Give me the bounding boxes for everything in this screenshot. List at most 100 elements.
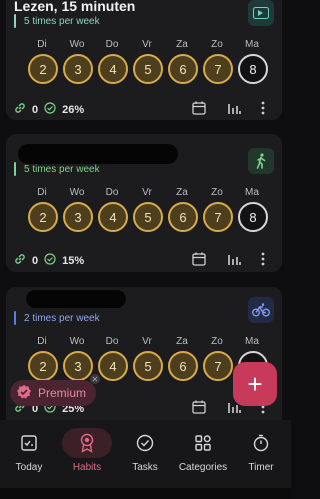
- day-circle[interactable]: 6: [168, 54, 198, 84]
- day-circle[interactable]: 8: [238, 54, 268, 84]
- frequency-indicator: [14, 162, 16, 176]
- day-cell[interactable]: Wo 3: [63, 186, 93, 232]
- day-cell[interactable]: Zo 7: [203, 38, 233, 84]
- day-label: Zo: [211, 187, 223, 198]
- day-cell[interactable]: Zo 7: [203, 186, 233, 232]
- redacted-title: [18, 144, 178, 164]
- day-cell[interactable]: Wo 3: [63, 38, 93, 84]
- day-circle[interactable]: 3: [63, 351, 93, 381]
- check-circle-icon: [44, 102, 56, 117]
- day-label: Do: [105, 39, 119, 50]
- more-options-icon[interactable]: [253, 98, 273, 118]
- bottom-navigation: Today Habits Tasks Categories Timer: [0, 420, 291, 488]
- day-label: Ma: [245, 187, 259, 198]
- day-label: Di: [37, 336, 47, 347]
- day-cell[interactable]: Wo 3: [63, 335, 93, 381]
- day-circle[interactable]: 2: [28, 54, 58, 84]
- day-cell[interactable]: Do 4: [98, 38, 128, 84]
- premium-button[interactable]: Premium ✕: [10, 374, 101, 406]
- link-icon: [14, 102, 26, 117]
- system-gesture-bar: [0, 488, 291, 499]
- day-circle[interactable]: 2: [28, 351, 58, 381]
- habit-stats: 0 26%: [14, 102, 84, 117]
- categories-icon: [174, 428, 232, 458]
- habit-stats: 0 15%: [14, 253, 84, 268]
- nav-item-today[interactable]: Today: [0, 428, 58, 473]
- nav-item-timer[interactable]: Timer: [232, 428, 290, 473]
- ticket-icon: [248, 0, 274, 26]
- day-label: Za: [176, 336, 188, 347]
- frequency-indicator: [14, 311, 16, 325]
- day-cell[interactable]: Ma 8: [238, 38, 268, 84]
- day-cell[interactable]: Vr 5: [133, 38, 163, 84]
- day-cell[interactable]: Za 6: [168, 38, 198, 84]
- day-label: Zo: [211, 336, 223, 347]
- day-cell[interactable]: Zo 7: [203, 335, 233, 381]
- day-cell[interactable]: Do 4: [98, 335, 128, 381]
- premium-badge-icon: [16, 384, 32, 403]
- frequency-indicator: [14, 14, 16, 28]
- add-habit-button[interactable]: +: [233, 362, 277, 406]
- calendar-icon[interactable]: [189, 397, 209, 417]
- nav-item-tasks[interactable]: Tasks: [116, 428, 174, 473]
- nav-label: Habits: [72, 462, 102, 473]
- nav-label: Categories: [178, 462, 228, 473]
- habit-title: Lezen, 15 minuten: [14, 0, 136, 14]
- bicycle-icon: [248, 297, 274, 323]
- nav-item-categories[interactable]: Categories: [174, 428, 232, 473]
- stats-icon[interactable]: [224, 98, 244, 118]
- timer-icon: [232, 428, 290, 458]
- day-circle[interactable]: 6: [168, 351, 198, 381]
- day-cell[interactable]: Di 2: [28, 38, 58, 84]
- stats-icon[interactable]: [224, 249, 244, 269]
- day-label: Za: [176, 187, 188, 198]
- day-cell[interactable]: Do 4: [98, 186, 128, 232]
- close-icon[interactable]: ✕: [90, 374, 101, 384]
- day-cell[interactable]: Za 6: [168, 186, 198, 232]
- day-circle[interactable]: 5: [133, 351, 163, 381]
- day-circle[interactable]: 5: [133, 54, 163, 84]
- day-label: Vr: [142, 336, 152, 347]
- nav-label: Today: [15, 462, 43, 473]
- day-circle[interactable]: 3: [63, 54, 93, 84]
- day-cell[interactable]: Di 2: [28, 186, 58, 232]
- day-circle[interactable]: 4: [98, 54, 128, 84]
- day-circle[interactable]: 6: [168, 202, 198, 232]
- day-label: Ma: [245, 336, 259, 347]
- habit-card[interactable]: Lezen, 15 minuten 5 times per week Di 2 W…: [6, 0, 282, 120]
- day-circle[interactable]: 7: [203, 54, 233, 84]
- day-label: Wo: [69, 336, 85, 347]
- habit-card[interactable]: 2 times per week Di 2 Wo 3 Do 4 Vr 5 Za 6 Zo 7…: [6, 287, 282, 433]
- habit-frequency: 5 times per week: [24, 164, 100, 175]
- habit-frequency: 5 times per week: [24, 16, 100, 27]
- habit-card[interactable]: 5 times per week Di 2 Wo 3 Do 4 Vr 5 Za 6 Zo 7…: [6, 134, 282, 272]
- day-cell[interactable]: Vr 5: [133, 186, 163, 232]
- completion-percent: 15%: [62, 254, 85, 267]
- more-options-icon[interactable]: [253, 249, 273, 269]
- day-cell[interactable]: Di 2: [28, 335, 58, 381]
- day-label: Di: [37, 39, 47, 50]
- day-label: Do: [105, 187, 119, 198]
- day-circle[interactable]: 4: [98, 351, 128, 381]
- day-circle[interactable]: 3: [63, 202, 93, 232]
- day-circle[interactable]: 2: [28, 202, 58, 232]
- streak-value: 0: [32, 254, 39, 267]
- calendar-icon[interactable]: [189, 98, 209, 118]
- day-circle[interactable]: 5: [133, 202, 163, 232]
- day-label: Di: [37, 187, 47, 198]
- day-cell[interactable]: Ma 8: [238, 186, 268, 232]
- streak-value: 0: [32, 103, 39, 116]
- day-cell[interactable]: Za 6: [168, 335, 198, 381]
- day-label: Do: [105, 336, 119, 347]
- day-circle[interactable]: 7: [203, 351, 233, 381]
- habit-frequency: 2 times per week: [24, 313, 100, 324]
- day-circle[interactable]: 4: [98, 202, 128, 232]
- day-circle[interactable]: 8: [238, 202, 268, 232]
- completion-percent: 26%: [62, 103, 85, 116]
- nav-item-habits[interactable]: Habits: [58, 428, 116, 473]
- calendar-icon[interactable]: [189, 249, 209, 269]
- day-circle[interactable]: 7: [203, 202, 233, 232]
- award-icon: [62, 428, 112, 458]
- day-label: Wo: [69, 39, 85, 50]
- day-cell[interactable]: Vr 5: [133, 335, 163, 381]
